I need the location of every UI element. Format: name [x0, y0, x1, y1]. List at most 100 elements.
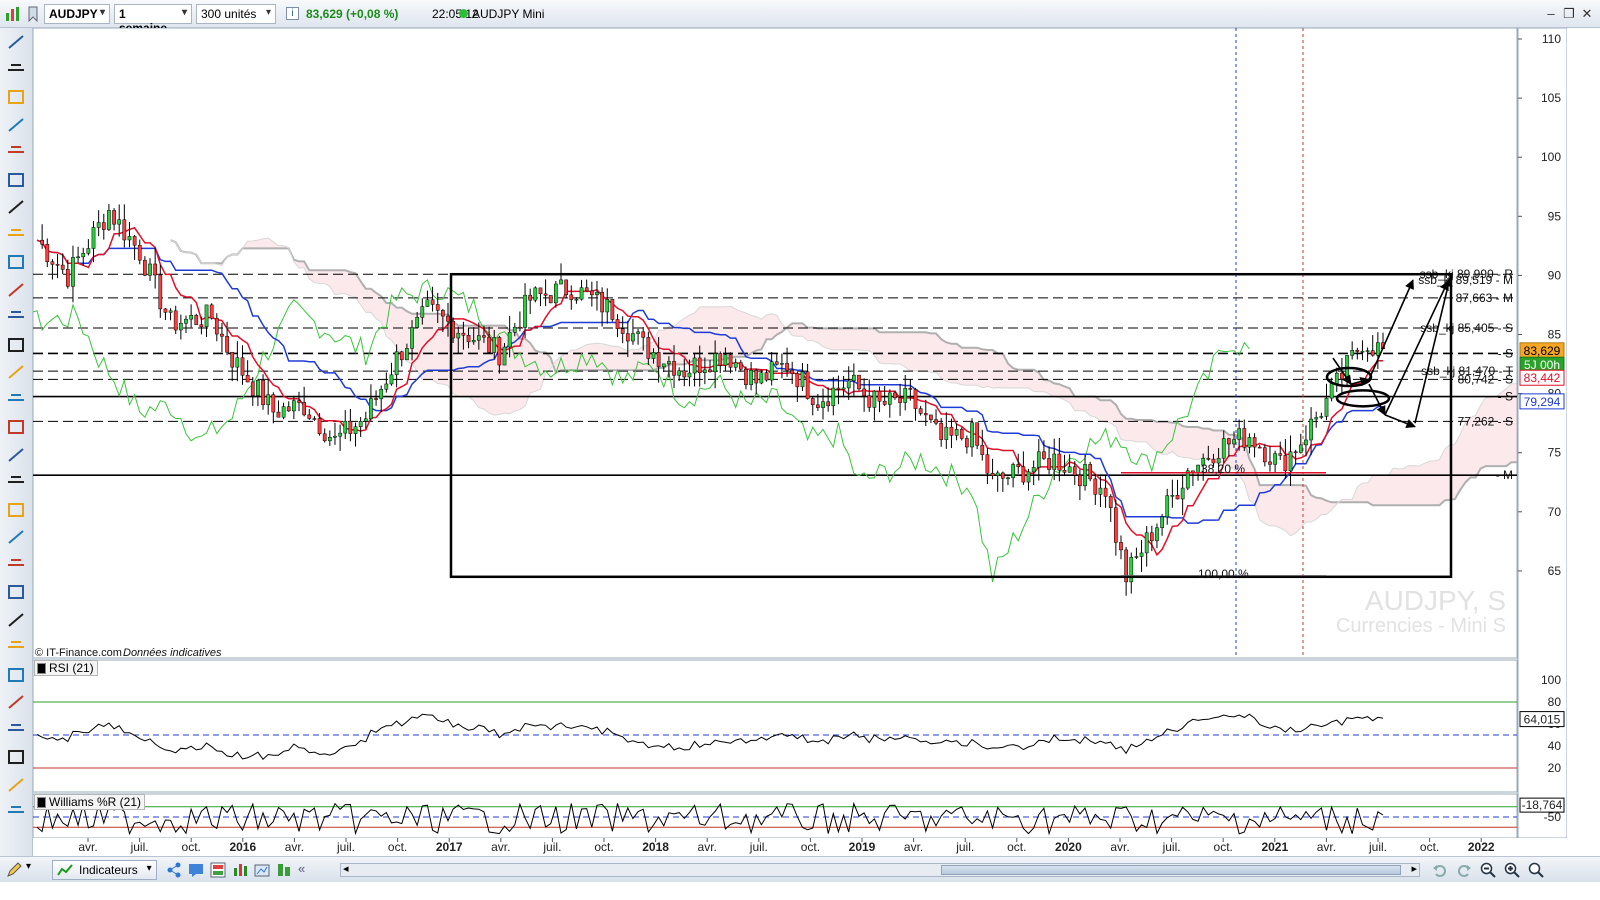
fib-fan-icon[interactable]: [5, 335, 27, 355]
time-tick-label: juil.: [542, 840, 561, 854]
market-open-indicator: [459, 9, 468, 18]
elliott-icon[interactable]: [5, 555, 27, 575]
zoom-in-icon[interactable]: [1504, 862, 1520, 878]
candle-up: [887, 392, 892, 405]
candle-up: [1324, 397, 1329, 417]
units-dropdown[interactable]: 300 unités: [196, 4, 276, 24]
magnet-icon[interactable]: [5, 665, 27, 685]
hline-icon[interactable]: [5, 170, 27, 190]
ellipse-icon[interactable]: [5, 610, 27, 630]
time-scrollbar[interactable]: ◂ ▸: [340, 863, 1420, 877]
zoom-reset-icon[interactable]: [1528, 862, 1544, 878]
layout-icon[interactable]: [210, 862, 226, 878]
redo-icon[interactable]: [1456, 862, 1472, 878]
favorite-icon[interactable]: [26, 5, 40, 23]
candle-down: [708, 369, 712, 373]
minimize-icon[interactable]: –: [1543, 6, 1559, 21]
cursor-icon[interactable]: [5, 32, 27, 52]
scroll-left-icon[interactable]: ◂: [343, 862, 349, 875]
restore-icon[interactable]: ❐: [1561, 6, 1577, 22]
rsi-title[interactable]: RSI (21): [34, 660, 98, 676]
time-tick-label: avr.: [698, 840, 717, 854]
candle-down: [646, 337, 651, 359]
candle-up: [661, 363, 666, 368]
gann-icon[interactable]: [5, 500, 27, 520]
share-icon[interactable]: [166, 862, 182, 878]
scroll-thumb[interactable]: [941, 865, 1401, 875]
trash-icon[interactable]: [5, 637, 27, 657]
fib-retracement-icon[interactable]: [5, 362, 27, 382]
candle-down: [764, 372, 769, 381]
zoom-out-icon[interactable]: [1480, 862, 1496, 878]
time-tick-label: juil.: [1368, 840, 1387, 854]
eye-icon[interactable]: [5, 692, 27, 712]
ray2-icon[interactable]: [5, 252, 27, 272]
instrument-name: AUDJPY Mini: [472, 7, 545, 21]
candle-up: [1036, 451, 1041, 468]
candle-down: [564, 279, 569, 296]
price-tick-label: 70: [1548, 505, 1562, 519]
text-icon[interactable]: [5, 417, 27, 437]
dash-line-icon[interactable]: [5, 197, 27, 217]
channel-icon[interactable]: [5, 307, 27, 327]
candle-up: [1129, 557, 1134, 583]
williams-title[interactable]: Williams %R (21): [34, 794, 146, 810]
bars-icon[interactable]: [232, 862, 248, 878]
candle-up: [1273, 453, 1277, 465]
info-icon[interactable]: i: [286, 7, 299, 20]
color-wheel-icon[interactable]: [5, 775, 27, 795]
indicators-button[interactable]: Indicateurs: [52, 860, 157, 880]
candle-up: [1309, 418, 1313, 441]
rectangle-icon[interactable]: [5, 280, 27, 300]
candle-down: [399, 351, 404, 361]
collapse-icon[interactable]: «: [298, 861, 305, 876]
candle-up: [363, 418, 368, 422]
candle-down: [302, 402, 306, 416]
candle-down: [137, 244, 142, 261]
bars-icon[interactable]: [5, 445, 27, 465]
comment-icon[interactable]: [188, 862, 204, 878]
time-tick-label: avr.: [78, 840, 97, 854]
candle-up: [327, 437, 332, 442]
rsi-tick-label: 100: [1541, 673, 1561, 687]
candle-down: [348, 420, 353, 434]
pencil-dropdown-icon[interactable]: ▾: [26, 861, 31, 872]
undo-icon[interactable]: [1432, 862, 1448, 878]
candle-down: [1057, 453, 1062, 471]
candle-down: [882, 400, 887, 405]
move-icon[interactable]: [5, 747, 27, 767]
pencil-icon[interactable]: [5, 390, 27, 410]
williams-swatch: [37, 796, 46, 808]
candle-down: [497, 337, 502, 366]
candle-up: [420, 306, 425, 318]
trendline-icon[interactable]: [5, 142, 27, 162]
candle-down: [261, 380, 265, 406]
screenshot-icon[interactable]: [254, 862, 270, 878]
alert-bell-icon[interactable]: [5, 87, 27, 107]
vline-icon[interactable]: [5, 582, 27, 602]
candle-down: [1268, 461, 1272, 465]
candle-down: [898, 397, 902, 403]
ruler-icon[interactable]: [5, 115, 27, 135]
candle-down: [101, 222, 106, 230]
close-icon[interactable]: ✕: [1579, 6, 1595, 22]
candle-up: [148, 263, 152, 276]
candle-up: [636, 331, 640, 334]
chart-area[interactable]: ssb_kj 89,990 - Rssb_kj 89,519 - M87,663…: [33, 28, 1567, 856]
more-icon[interactable]: [5, 802, 27, 822]
undo-icon[interactable]: [5, 720, 27, 740]
compare-icon[interactable]: [276, 862, 292, 878]
candle-up: [1298, 444, 1303, 453]
ray-icon[interactable]: [5, 225, 27, 245]
scroll-right-icon[interactable]: ▸: [1411, 862, 1417, 875]
candle-up: [384, 383, 389, 390]
fib-time-icon[interactable]: [5, 472, 27, 492]
candle-up: [425, 299, 430, 307]
symbol-dropdown[interactable]: AUDJPY: [44, 4, 110, 24]
period-dropdown[interactable]: 1 semaine: [114, 4, 192, 35]
time-tick-label: juil.: [336, 840, 355, 854]
wave-icon[interactable]: [5, 527, 27, 547]
pencil-icon[interactable]: [6, 862, 22, 878]
candle-up: [394, 351, 399, 376]
zoom-icon[interactable]: [5, 60, 27, 80]
